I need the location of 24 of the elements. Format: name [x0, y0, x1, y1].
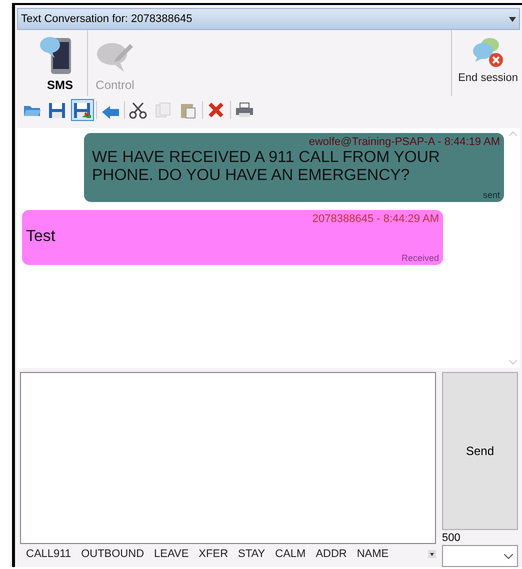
dropdown-arrow-icon[interactable]: [509, 16, 516, 22]
send-button[interactable]: Send: [442, 372, 518, 530]
quick-reply-button[interactable]: CALM: [275, 546, 306, 562]
quick-reply-button[interactable]: OUTBOUND: [81, 546, 144, 562]
message-text: WE HAVE RECEIVED A 911 CALL FROM YOUR PHONE. DO YOU HAVE AN EMERGENCY?: [92, 149, 441, 185]
character-count: 500: [442, 531, 462, 545]
mode-button[interactable]: SMS: [33, 30, 87, 96]
message-header: ewolfe@Training-PSAP-A - 8:44:19 AM: [308, 135, 500, 149]
quick-reply-button[interactable]: ADDR: [316, 546, 347, 562]
quick-reply-button[interactable]: CALL911: [26, 546, 72, 562]
message-status: Received: [401, 252, 439, 264]
message-status: sent: [482, 189, 500, 201]
chevron-down-icon: [504, 554, 513, 558]
quick-reply-button[interactable]: LEAVE: [154, 546, 189, 562]
template-dropdown[interactable]: [442, 545, 518, 567]
message-header: 2078388645 - 8:44:29 AM: [312, 212, 439, 226]
window-title: Text Conversation for: 2078388645: [21, 12, 194, 27]
dropdown-arrow-icon[interactable]: [428, 550, 436, 558]
quick-reply-button[interactable]: XFER: [198, 546, 228, 562]
message-input[interactable]: [20, 372, 436, 544]
quick-reply-button[interactable]: STAY: [238, 546, 266, 562]
message-text: Test: [26, 227, 56, 246]
end-session-button[interactable]: End session: [458, 34, 518, 86]
quick-reply-button[interactable]: NAME: [356, 546, 389, 562]
